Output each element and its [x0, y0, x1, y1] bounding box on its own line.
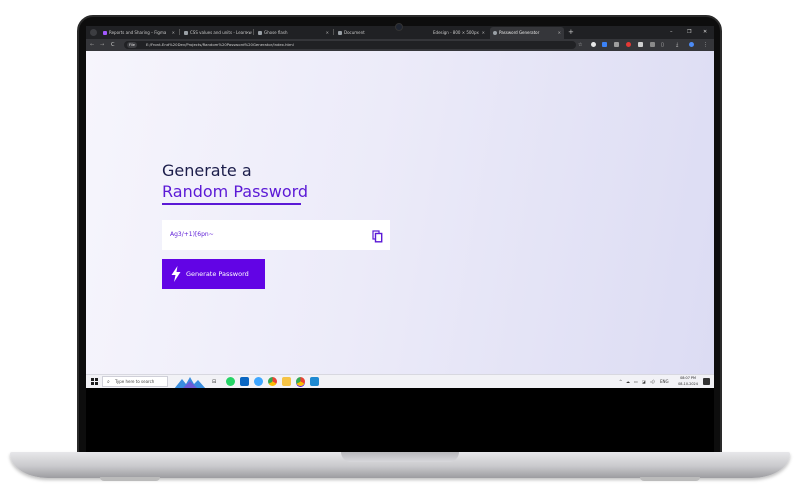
tab-search-button[interactable]	[90, 29, 97, 36]
battery-icon[interactable]: ▭	[634, 375, 638, 388]
chrome-icon[interactable]	[268, 377, 277, 386]
close-icon[interactable]: ✕	[326, 27, 329, 39]
tab-separator	[333, 29, 334, 35]
globe-icon	[493, 31, 497, 35]
extension-icon[interactable]	[638, 42, 643, 47]
extension-icon[interactable]	[626, 42, 631, 47]
page-viewport: Generate a Random Password Ag3/+1)[6pn~ …	[86, 51, 714, 374]
profile-avatar[interactable]	[689, 42, 694, 47]
laptop-foot-left	[100, 477, 160, 481]
windows-start-icon[interactable]	[91, 378, 98, 385]
forward-button[interactable]: →	[100, 39, 104, 51]
extension-icon[interactable]	[650, 42, 655, 47]
lightning-icon	[171, 266, 181, 282]
taskbar-search-box[interactable]: ⌕ Type here to search	[102, 376, 168, 387]
globe-icon	[338, 31, 342, 35]
page-title-line1: Generate a	[162, 161, 252, 180]
minimize-button[interactable]: –	[670, 26, 673, 39]
tab-password-generator[interactable]: Password Generator ✕	[490, 27, 564, 39]
close-icon[interactable]: ✕	[172, 27, 175, 39]
extension-icon[interactable]	[591, 42, 596, 47]
notification-icon[interactable]	[703, 378, 710, 385]
generate-button-label: Generate Password	[186, 270, 249, 278]
task-view-icon[interactable]: ⊟	[212, 375, 216, 388]
taskbar-search-placeholder: Type here to search	[115, 379, 155, 384]
tab-edesign[interactable]: Edesign - 800 × 500px ✕	[424, 27, 488, 39]
windows-taskbar: ⌕ Type here to search ⊟ ^ ☁ ▭ ◪ ◁) ENG 0…	[86, 374, 714, 388]
vscode-icon[interactable]	[310, 377, 319, 386]
clock-date: 08-10-2024	[678, 381, 698, 386]
page-icon	[184, 31, 188, 35]
back-button[interactable]: ←	[90, 39, 94, 51]
menu-dots-icon[interactable]: ⋮	[703, 39, 708, 51]
copy-icon-front	[374, 232, 383, 243]
tab-ghose-flash[interactable]: Ghose flash ✕	[255, 27, 332, 39]
tab-figma[interactable]: Reports and Sharing – Figma ✕	[100, 27, 178, 39]
page-title-line2: Random Password	[162, 182, 309, 201]
address-bar[interactable]: File E:/Front-End%20Dev/Projects/Random%…	[124, 41, 576, 49]
tab-separator	[253, 29, 254, 35]
whatsapp-icon[interactable]	[226, 377, 235, 386]
reload-button[interactable]: C	[111, 39, 115, 51]
laptop-frame: Reports and Sharing – Figma ✕ CSS values…	[0, 0, 800, 500]
laptop-opening-notch	[341, 452, 459, 462]
network-icon[interactable]: ◪	[642, 375, 646, 388]
tab-title: Document	[344, 30, 365, 35]
extension-icon[interactable]	[614, 42, 619, 47]
extension-icon[interactable]	[602, 42, 607, 47]
new-tab-button[interactable]: +	[568, 26, 574, 39]
close-icon[interactable]: ✕	[482, 27, 485, 39]
copy-icon[interactable]	[372, 228, 383, 243]
download-icon[interactable]: ⤓	[676, 39, 678, 51]
laptop-lower-bezel	[86, 388, 714, 452]
laptop-foot-right	[640, 477, 700, 481]
url-text[interactable]: E:/Front-End%20Dev/Projects/Random%20Pas…	[146, 41, 294, 49]
tab-css-units[interactable]: CSS values and units - Learn w ✕	[181, 27, 252, 39]
tab-title: Edesign - 800 × 500px	[433, 30, 479, 35]
password-display[interactable]: Ag3/+1)[6pn~	[162, 220, 390, 250]
password-value[interactable]: Ag3/+1)[6pn~	[170, 220, 214, 250]
title-underline	[162, 203, 301, 205]
edge-icon[interactable]	[254, 377, 263, 386]
close-icon[interactable]: ✕	[246, 27, 249, 39]
close-window-button[interactable]: ✕	[703, 26, 707, 39]
search-highlight-illustration	[174, 377, 206, 388]
webcam	[395, 23, 403, 31]
figma-icon	[103, 31, 107, 35]
language-indicator[interactable]: ENG	[660, 375, 669, 388]
generate-password-button[interactable]: Generate Password	[162, 259, 265, 289]
tab-title: Password Generator	[499, 30, 540, 35]
laptop-screen: Reports and Sharing – Figma ✕ CSS values…	[86, 26, 714, 388]
tab-title: Ghose flash	[264, 30, 288, 35]
linkedin-icon[interactable]	[240, 377, 249, 386]
page-icon	[258, 31, 262, 35]
tab-title: CSS values and units - Learn w	[190, 30, 252, 35]
tray-chevron-icon[interactable]: ^	[619, 375, 622, 388]
volume-icon[interactable]: ◁)	[650, 375, 655, 388]
taskbar-clock[interactable]: 08:07 PM 08-10-2024	[674, 376, 702, 387]
onedrive-icon[interactable]: ☁	[626, 375, 630, 388]
file-explorer-icon[interactable]	[282, 377, 291, 386]
close-icon[interactable]: ✕	[558, 27, 561, 39]
tab-separator	[179, 29, 180, 35]
browser-toolbar: ← → C File E:/Front-End%20Dev/Projects/R…	[86, 39, 714, 51]
search-icon: ⌕	[107, 379, 110, 385]
bookmark-star-icon[interactable]: ☆	[578, 39, 582, 51]
tab-title: Reports and Sharing – Figma	[109, 30, 167, 35]
maximize-button[interactable]: ❐	[687, 26, 691, 39]
site-info-chip[interactable]: File	[127, 42, 138, 48]
chrome-active-icon[interactable]	[296, 377, 305, 386]
side-panel-icon[interactable]: ▯	[661, 39, 664, 51]
